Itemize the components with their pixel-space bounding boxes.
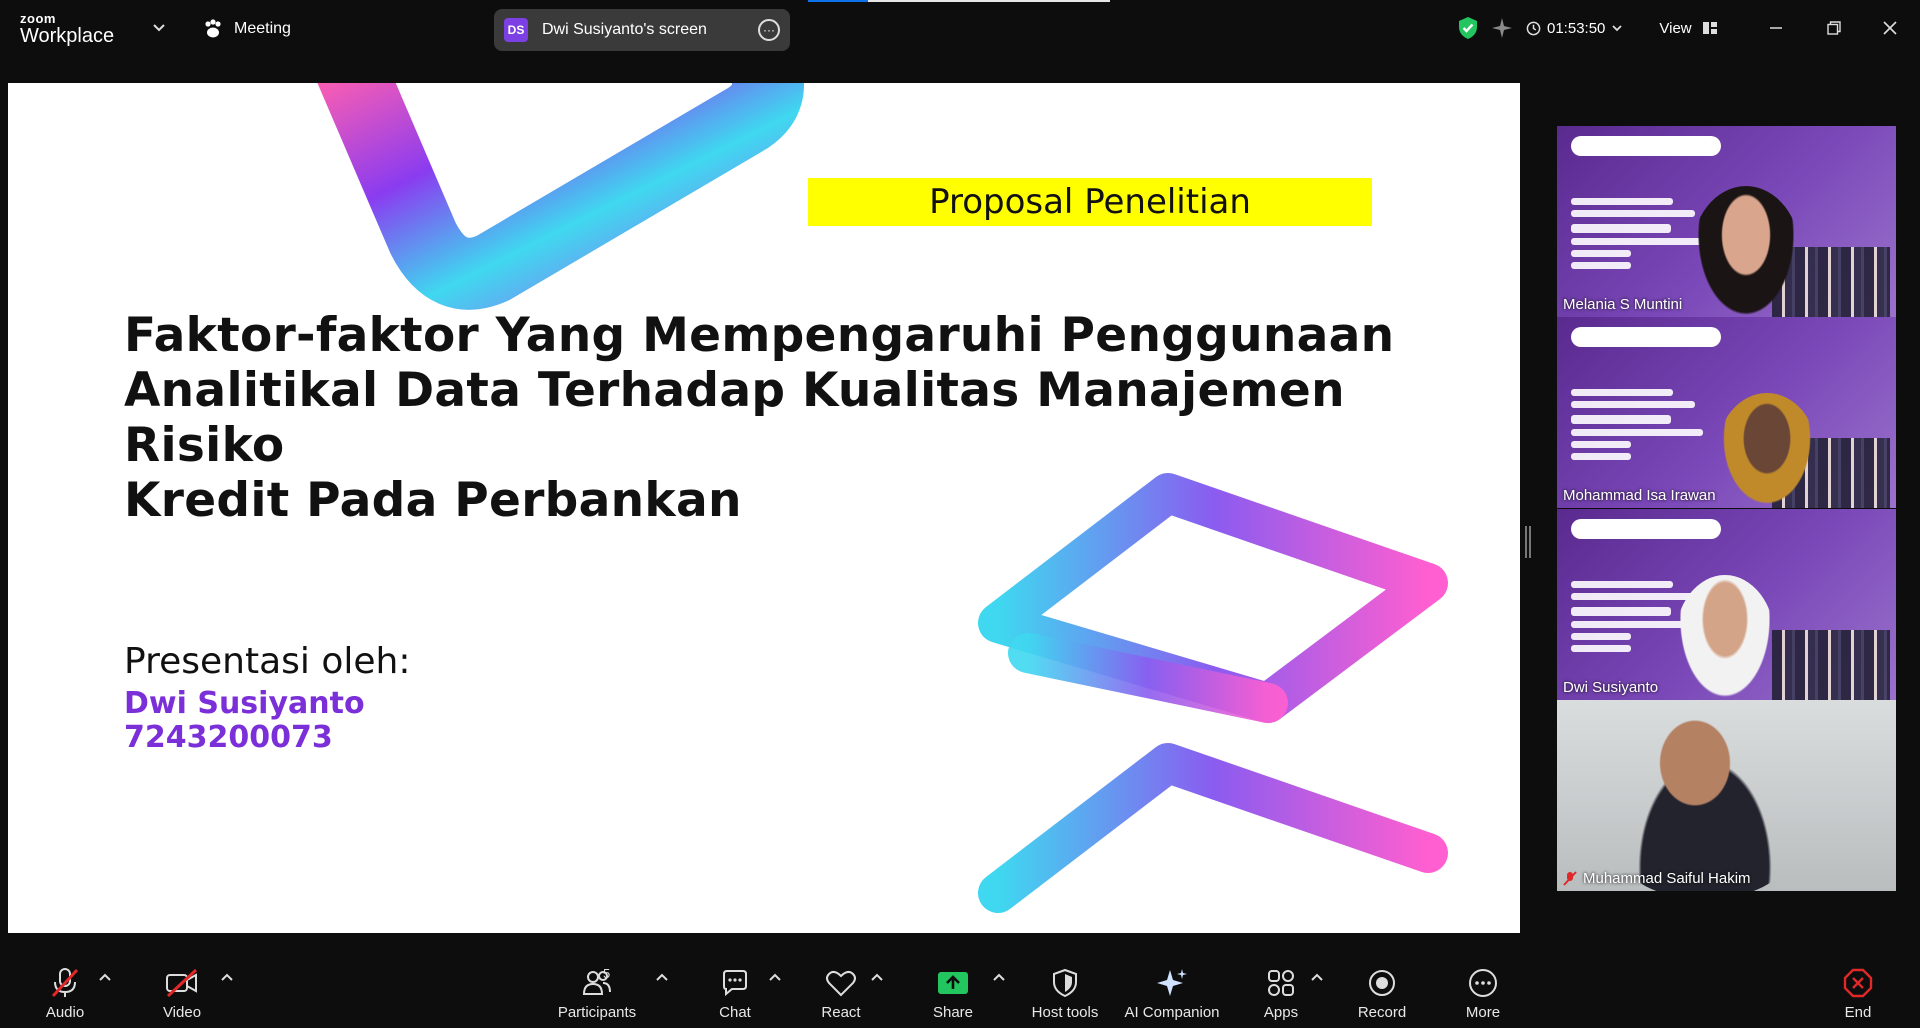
- muted-microphone-icon: [1563, 870, 1577, 886]
- participant-name-label: Melania S Muntini: [1563, 296, 1682, 313]
- chevron-up-icon[interactable]: [655, 972, 669, 982]
- logo-top-text: zoom: [20, 11, 56, 26]
- presenter-name: Dwi Susiyanto: [124, 686, 365, 721]
- participant-video: [1717, 393, 1817, 508]
- participants-button[interactable]: 5 Participants: [547, 964, 647, 1021]
- react-label: React: [821, 1004, 861, 1021]
- slide-tag: Proposal Penelitian: [808, 178, 1372, 226]
- sharer-avatar: DS: [504, 18, 528, 42]
- participant-name-label: Mohammad Isa Irawan: [1563, 487, 1716, 504]
- close-button[interactable]: [1876, 14, 1904, 42]
- apps-icon: [1268, 970, 1294, 996]
- video-button[interactable]: Video: [132, 964, 232, 1021]
- presenter-info: Dwi Susiyanto 7243200073: [124, 687, 365, 755]
- shield-check-icon[interactable]: [1456, 16, 1480, 40]
- record-icon: [1369, 970, 1395, 996]
- participant-video: [1675, 575, 1775, 700]
- grid-layout-icon: [1702, 22, 1717, 34]
- timer-text: 01:53:50: [1547, 19, 1606, 37]
- host-tools-label: Host tools: [1031, 1004, 1099, 1021]
- view-label: View: [1659, 19, 1692, 37]
- paw-icon: [205, 19, 221, 38]
- view-menu[interactable]: View: [1659, 20, 1717, 37]
- decorative-cube-graphic: [978, 473, 1448, 933]
- chevron-up-icon[interactable]: [992, 972, 1006, 982]
- shared-screen: Proposal Penelitian Faktor-faktor Yang M…: [8, 83, 1520, 933]
- chevron-up-icon[interactable]: [1310, 972, 1324, 982]
- participant-name: Melania S Muntini: [1563, 296, 1683, 313]
- microphone-muted-icon: [51, 968, 79, 998]
- more-icon: [1469, 969, 1497, 997]
- share-label: Dwi Susiyanto's screen: [542, 21, 707, 38]
- shield-icon: [1053, 968, 1077, 998]
- record-button[interactable]: Record: [1332, 964, 1432, 1021]
- sparkle-icon: [1157, 969, 1187, 996]
- chevron-up-icon[interactable]: [768, 972, 782, 982]
- video-label: Video: [162, 1004, 202, 1021]
- restore-icon: [1827, 21, 1841, 35]
- participant-name: Dwi Susiyanto: [1563, 679, 1659, 696]
- participants-label: Participants: [557, 1004, 637, 1021]
- sparkle-icon[interactable]: [1490, 16, 1514, 40]
- panel-resize-handle[interactable]: [1525, 526, 1531, 558]
- zoom-workplace-logo: zoom Workplace: [20, 12, 114, 46]
- chat-icon: [723, 970, 747, 997]
- slide-title: Faktor-faktor Yang Mempengaruhi Pengguna…: [124, 308, 1424, 528]
- meeting-timer[interactable]: 01:53:50: [1526, 20, 1623, 37]
- participant-tile[interactable]: Muhammad Saiful Hakim: [1557, 700, 1896, 891]
- close-icon: [1883, 21, 1897, 35]
- slide-title-line: Analitikal Data Terhadap Kualitas Manaje…: [124, 363, 1345, 473]
- participant-video: [1605, 706, 1805, 891]
- more-button[interactable]: More: [1433, 964, 1533, 1021]
- video-off-icon: [166, 968, 198, 998]
- screen-share-indicator-strip: [808, 0, 1110, 2]
- audio-label: Audio: [45, 1004, 85, 1021]
- title-bar: zoom Workplace Meeting DS Dwi Susiyanto'…: [0, 0, 1920, 56]
- minimize-icon: [1770, 27, 1782, 29]
- end-meeting-icon: [1843, 968, 1873, 998]
- minimize-button[interactable]: [1762, 14, 1790, 42]
- chevron-up-icon[interactable]: [220, 972, 234, 982]
- meeting-menu[interactable]: Meeting: [202, 18, 291, 40]
- chevron-up-icon[interactable]: [98, 972, 112, 982]
- ai-companion-button[interactable]: AI Companion: [1122, 964, 1222, 1021]
- chevron-down-icon[interactable]: [152, 20, 166, 34]
- more-label: More: [1465, 1004, 1501, 1021]
- share-button[interactable]: Share: [903, 964, 1003, 1021]
- more-options-icon[interactable]: ···: [758, 19, 780, 41]
- record-label: Record: [1357, 1004, 1407, 1021]
- presenter-label: Presentasi oleh:: [124, 641, 411, 682]
- end-button[interactable]: End: [1808, 964, 1908, 1021]
- restore-button[interactable]: [1820, 14, 1848, 42]
- participant-name-label: Dwi Susiyanto: [1563, 679, 1658, 696]
- clock-icon: [1526, 21, 1541, 35]
- slide-title-line: Faktor-faktor Yang Mempengaruhi Pengguna…: [124, 308, 1395, 363]
- participants-count: 5: [603, 966, 611, 981]
- host-tools-button[interactable]: Host tools: [1015, 964, 1115, 1021]
- screen-share-pill[interactable]: DS Dwi Susiyanto's screen ···: [494, 9, 790, 51]
- slide-title-line: Kredit Pada Perbankan: [124, 473, 742, 528]
- participant-name: Muhammad Saiful Hakim: [1583, 870, 1751, 887]
- meeting-label: Meeting: [234, 20, 291, 37]
- chevron-down-icon: [1612, 25, 1623, 32]
- end-label: End: [1844, 1004, 1872, 1021]
- logo-bottom-text: Workplace: [20, 25, 115, 47]
- apps-label: Apps: [1263, 1004, 1299, 1021]
- participant-name: Mohammad Isa Irawan: [1563, 487, 1716, 504]
- participant-tile-active-speaker[interactable]: Dwi Susiyanto: [1557, 509, 1896, 700]
- chevron-up-icon[interactable]: [870, 972, 884, 982]
- heart-icon: [826, 970, 856, 997]
- share-label: Share: [932, 1004, 974, 1021]
- presenter-id: 7243200073: [124, 720, 333, 755]
- participant-name-label: Muhammad Saiful Hakim: [1563, 870, 1751, 887]
- participant-tile[interactable]: Melania S Muntini: [1557, 126, 1896, 317]
- meeting-toolbar: Audio Video 5 Participants Chat React Sh…: [0, 956, 1920, 1028]
- chat-label: Chat: [719, 1004, 751, 1021]
- participant-video: [1691, 186, 1801, 317]
- participant-tile[interactable]: Mohammad Isa Irawan: [1557, 317, 1896, 508]
- share-screen-icon: [938, 972, 968, 994]
- ai-companion-label: AI Companion: [1124, 1004, 1220, 1021]
